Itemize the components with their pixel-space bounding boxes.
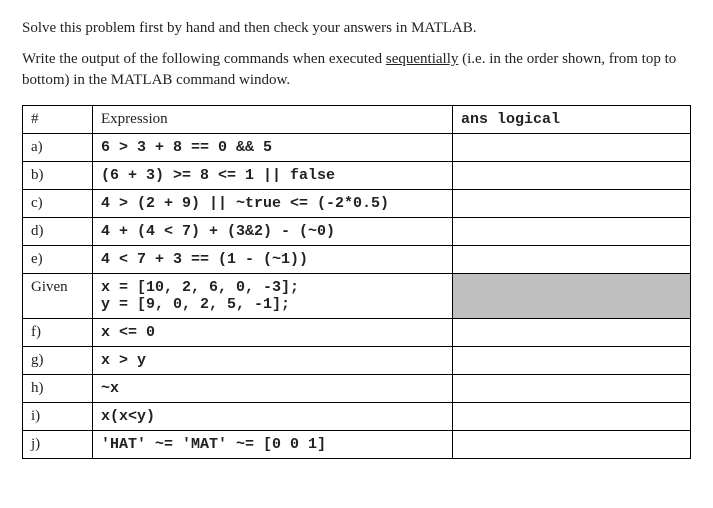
- row-label-a: a): [23, 134, 93, 162]
- row-label-e: e): [23, 246, 93, 274]
- row-ans-c: [453, 190, 691, 218]
- row-label-b: b): [23, 162, 93, 190]
- row-label-i: i): [23, 403, 93, 431]
- table-row: g) x > y: [23, 347, 691, 375]
- row-label-c: c): [23, 190, 93, 218]
- row-expr-h: ~x: [93, 375, 453, 403]
- row-expr-c: 4 > (2 + 9) || ~true <= (-2*0.5): [93, 190, 453, 218]
- row-label-given: Given: [23, 274, 93, 319]
- row-expr-g: x > y: [93, 347, 453, 375]
- expressions-table: # Expression ans logical a) 6 > 3 + 8 ==…: [22, 105, 691, 459]
- row-ans-e: [453, 246, 691, 274]
- row-ans-d: [453, 218, 691, 246]
- table-row: e) 4 < 7 + 3 == (1 - (~1)): [23, 246, 691, 274]
- row-label-h: h): [23, 375, 93, 403]
- header-expression: Expression: [93, 106, 453, 134]
- table-row: b) (6 + 3) >= 8 <= 1 || false: [23, 162, 691, 190]
- row-ans-j: [453, 431, 691, 459]
- row-label-j: j): [23, 431, 93, 459]
- row-expr-b: (6 + 3) >= 8 <= 1 || false: [93, 162, 453, 190]
- intro-line-2: Write the output of the following comman…: [22, 49, 691, 91]
- row-label-g: g): [23, 347, 93, 375]
- table-row: h) ~x: [23, 375, 691, 403]
- row-expr-j: 'HAT' ~= 'MAT' ~= [0 0 1]: [93, 431, 453, 459]
- table-header-row: # Expression ans logical: [23, 106, 691, 134]
- row-expr-e: 4 < 7 + 3 == (1 - (~1)): [93, 246, 453, 274]
- table-row: f) x <= 0: [23, 319, 691, 347]
- intro-text: Solve this problem first by hand and the…: [22, 18, 691, 91]
- table-row: j) 'HAT' ~= 'MAT' ~= [0 0 1]: [23, 431, 691, 459]
- header-ans-code: logical: [497, 111, 560, 128]
- row-ans-g: [453, 347, 691, 375]
- row-expr-d: 4 + (4 < 7) + (3&2) - (~0): [93, 218, 453, 246]
- row-ans-given: [453, 274, 691, 319]
- row-expr-i: x(x<y): [93, 403, 453, 431]
- intro-line-1: Solve this problem first by hand and the…: [22, 18, 691, 39]
- row-label-d: d): [23, 218, 93, 246]
- row-expr-given: x = [10, 2, 6, 0, -3]; y = [9, 0, 2, 5, …: [93, 274, 453, 319]
- header-hash: #: [23, 106, 93, 134]
- table-row-given: Given x = [10, 2, 6, 0, -3]; y = [9, 0, …: [23, 274, 691, 319]
- table-row: i) x(x<y): [23, 403, 691, 431]
- table-row: d) 4 + (4 < 7) + (3&2) - (~0): [23, 218, 691, 246]
- intro-underlined: sequentially: [386, 51, 458, 67]
- row-expr-a: 6 > 3 + 8 == 0 && 5: [93, 134, 453, 162]
- table-row: a) 6 > 3 + 8 == 0 && 5: [23, 134, 691, 162]
- row-label-f: f): [23, 319, 93, 347]
- row-ans-a: [453, 134, 691, 162]
- row-ans-f: [453, 319, 691, 347]
- row-expr-f: x <= 0: [93, 319, 453, 347]
- row-ans-h: [453, 375, 691, 403]
- header-ans: ans logical: [453, 106, 691, 134]
- row-ans-i: [453, 403, 691, 431]
- row-ans-b: [453, 162, 691, 190]
- table-row: c) 4 > (2 + 9) || ~true <= (-2*0.5): [23, 190, 691, 218]
